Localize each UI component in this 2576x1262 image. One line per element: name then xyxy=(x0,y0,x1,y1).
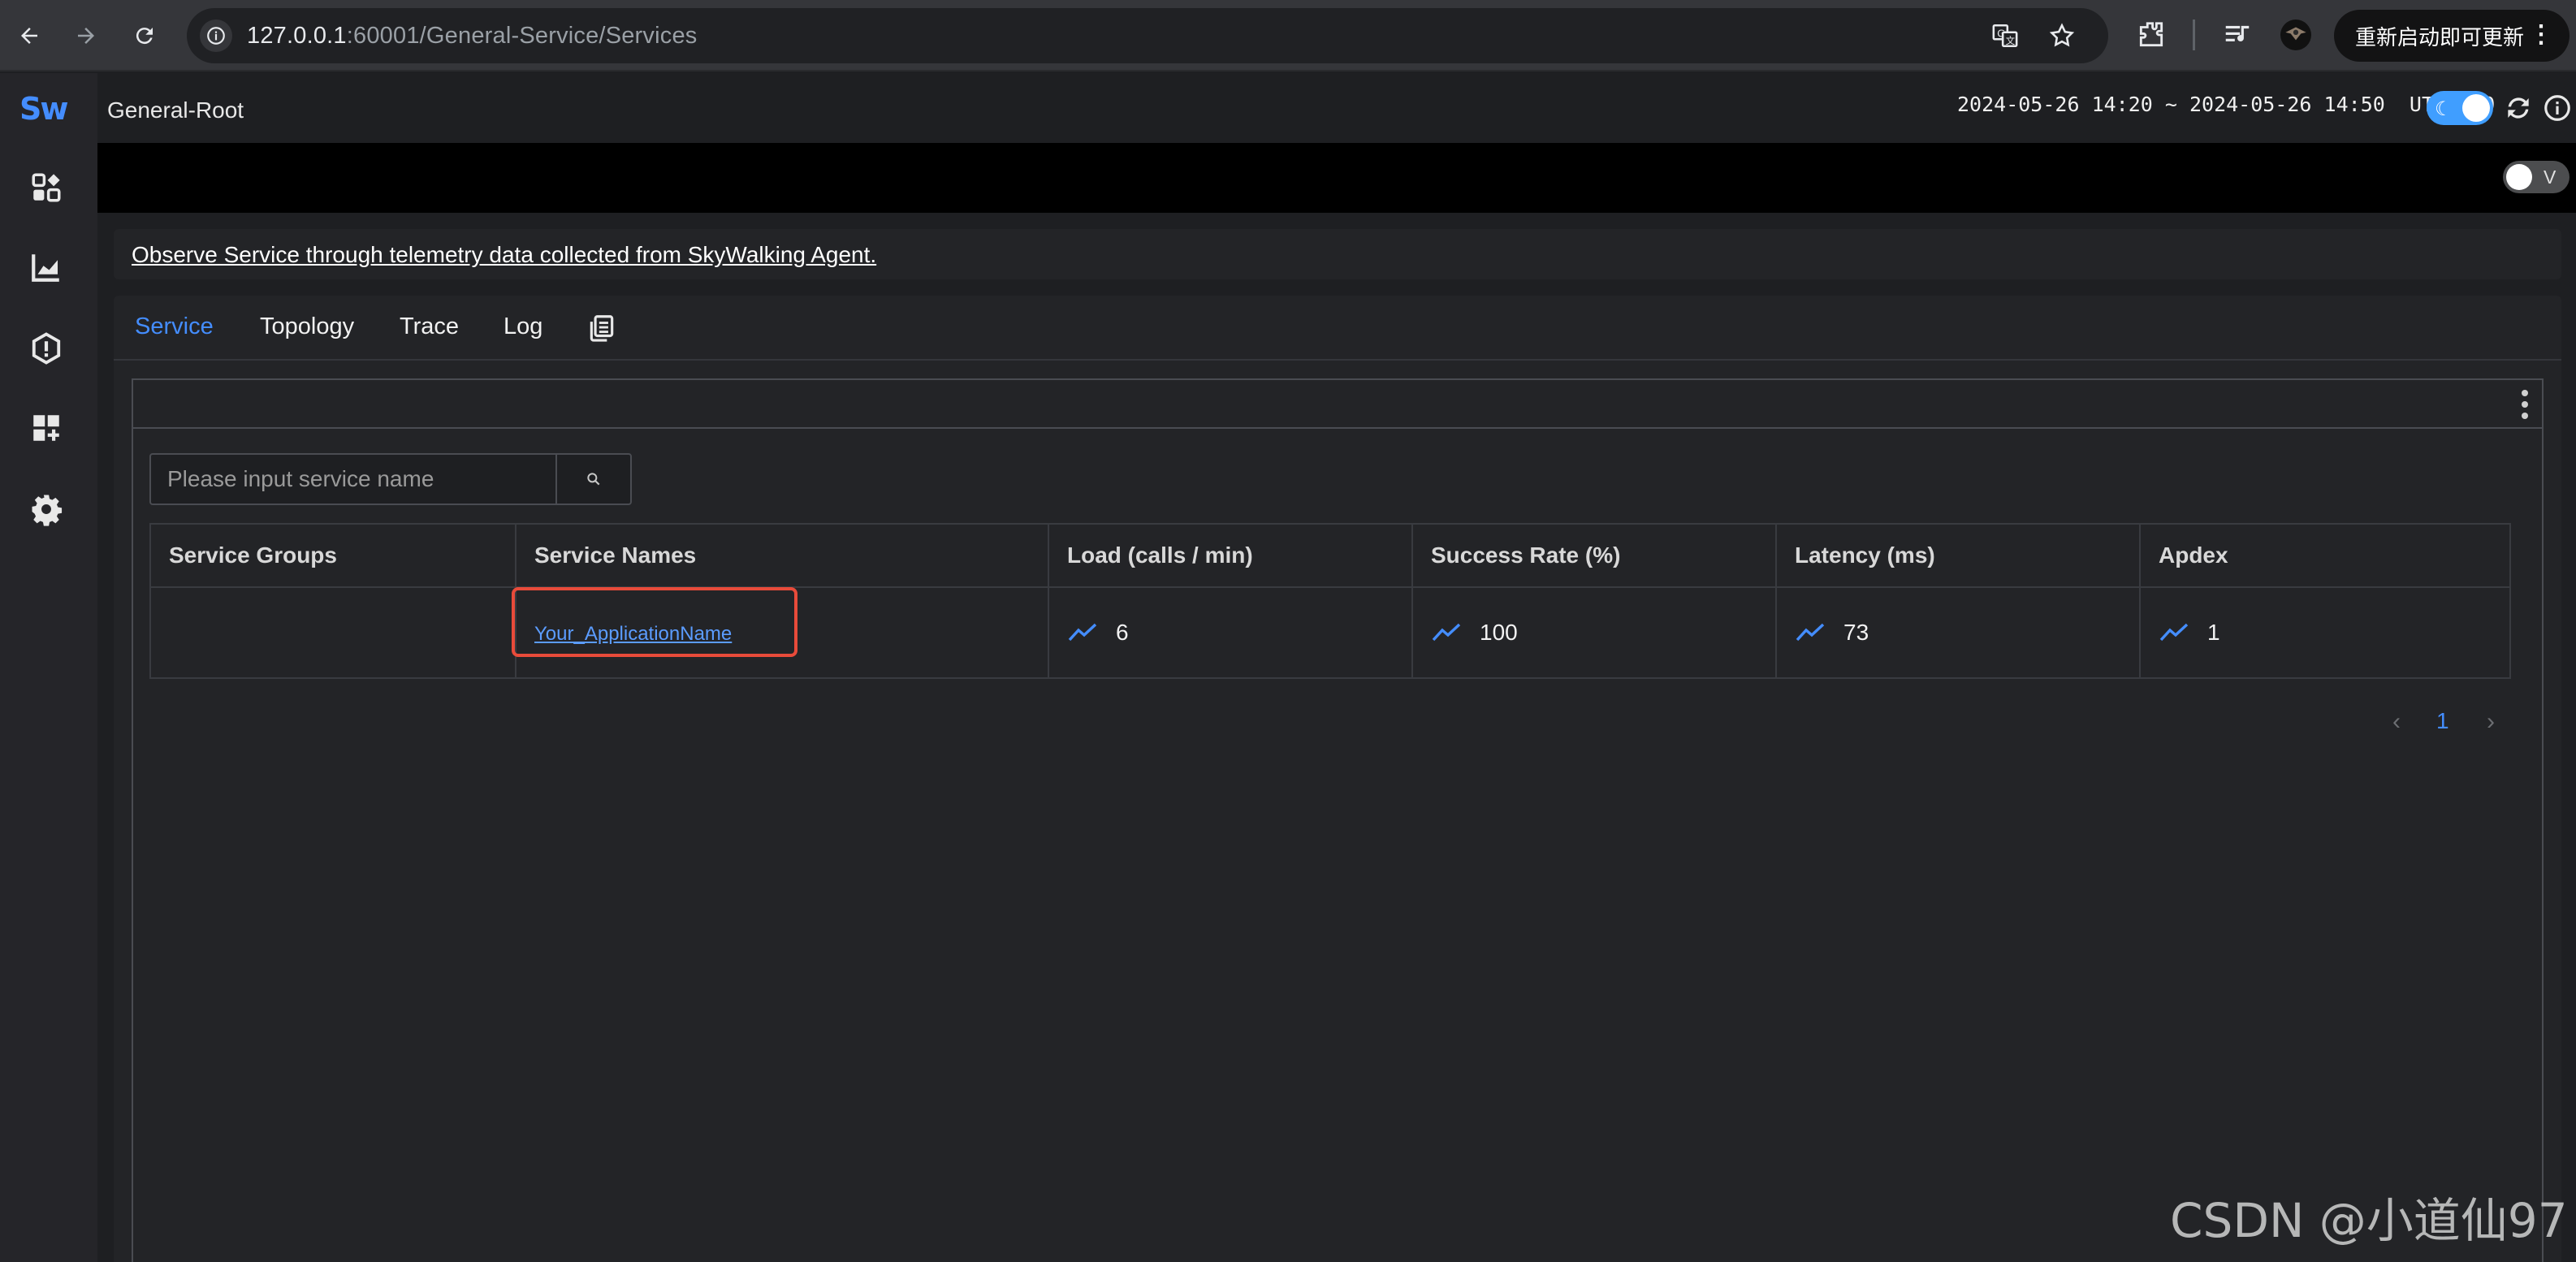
reload-icon xyxy=(136,28,153,45)
column-header: Latency (ms) xyxy=(1775,523,2141,588)
tab-topology[interactable]: Topology xyxy=(260,313,354,340)
column-header: Service Names xyxy=(515,523,1049,588)
more-options-icon[interactable] xyxy=(2519,388,2531,421)
sidebar-item-marketplace[interactable] xyxy=(29,411,63,445)
back-arrow-icon xyxy=(21,28,37,44)
url-path: :60001/General-Service/Services xyxy=(346,23,698,49)
success-rate-value: 100 xyxy=(1480,620,1518,645)
toolbar-divider xyxy=(2193,19,2195,50)
prev-page-button[interactable]: ‹ xyxy=(2392,708,2401,736)
dashboard-toolbar: V xyxy=(97,143,2576,213)
tab-service[interactable]: Service xyxy=(135,313,214,340)
service-name-wrap: Your_ApplicationName xyxy=(512,587,797,657)
description-link[interactable]: Observe Service through telemetry data c… xyxy=(132,242,876,268)
reload-button[interactable] xyxy=(127,18,162,54)
sidebar-item-alerting[interactable] xyxy=(29,331,63,365)
address-bar[interactable]: 127.0.0.1:60001/General-Service/Services… xyxy=(187,8,2108,63)
time-range-picker[interactable]: 2024-05-26 14:20 ~ 2024-05-26 14:50 UTC+… xyxy=(1957,93,2495,116)
bookmark-star-icon[interactable] xyxy=(2048,22,2076,50)
search-icon xyxy=(587,473,600,486)
info-icon[interactable] xyxy=(2542,93,2573,123)
forward-arrow-icon xyxy=(78,28,94,44)
browser-toolbar: 127.0.0.1:60001/General-Service/Services… xyxy=(0,0,2576,71)
profile-avatar[interactable] xyxy=(2280,19,2311,50)
trend-chart-icon[interactable] xyxy=(1795,622,1826,643)
refresh-icon[interactable] xyxy=(2503,93,2534,123)
edit-mode-toggle[interactable]: V xyxy=(2503,161,2570,193)
alert-icon xyxy=(32,332,61,365)
tab-bar: Service Topology Trace Log xyxy=(114,296,2561,361)
back-button[interactable] xyxy=(11,18,47,54)
service-name-cell: Your_ApplicationName xyxy=(512,586,1049,679)
latency-value: 73 xyxy=(1843,620,1869,645)
trend-chart-icon[interactable] xyxy=(1067,622,1098,643)
page-number[interactable]: 1 xyxy=(2436,708,2449,734)
service-list-widget: Service Groups Service Names Load (calls… xyxy=(132,378,2544,1262)
app-header: General-Root 2024-05-26 14:20 ~ 2024-05-… xyxy=(97,73,2576,143)
site-info-icon[interactable] xyxy=(200,19,232,52)
sidebar-item-dashboard[interactable] xyxy=(29,171,63,205)
settings-icon xyxy=(32,495,63,526)
moon-icon: ☾ xyxy=(2435,98,2453,120)
reading-list-icon[interactable] xyxy=(2222,19,2253,50)
more-menu-icon[interactable]: ⋮ xyxy=(2529,21,2553,49)
breadcrumb[interactable]: General-Root xyxy=(107,97,244,123)
service-search xyxy=(149,453,632,505)
search-button[interactable] xyxy=(555,455,630,504)
service-table: Service Groups Service Names Load (calls… xyxy=(149,523,2511,679)
trend-chart-icon[interactable] xyxy=(1431,622,1462,643)
watermark: CSDN @小道仙97 xyxy=(2170,1193,2568,1248)
success-rate-cell: 100 xyxy=(1411,586,1777,679)
svg-text:文: 文 xyxy=(2006,35,2015,46)
service-group-cell xyxy=(149,586,516,679)
latency-cell: 73 xyxy=(1775,586,2141,679)
profile-avatar-icon xyxy=(2285,27,2306,41)
column-header: Apdex xyxy=(2139,523,2511,588)
toggle-knob xyxy=(2462,94,2490,122)
load-cell: 6 xyxy=(1048,586,1413,679)
widget-header xyxy=(133,380,2542,429)
search-input[interactable] xyxy=(151,455,557,504)
load-value: 6 xyxy=(1116,620,1129,645)
chart-icon xyxy=(32,254,59,282)
edit-mode-label: V xyxy=(2544,166,2557,188)
sidebar-item-settings[interactable] xyxy=(29,492,63,526)
url-text[interactable]: 127.0.0.1:60001/General-Service/Services xyxy=(247,23,698,50)
main-panel: Service Topology Trace Log Service Group… xyxy=(114,296,2561,1262)
table-header-row: Service Groups Service Names Load (calls… xyxy=(149,523,2511,588)
extensions-icon[interactable] xyxy=(2136,19,2167,50)
time-range-text: 2024-05-26 14:20 ~ 2024-05-26 14:50 xyxy=(1957,93,2385,116)
next-page-button[interactable]: › xyxy=(2487,708,2495,736)
tab-log[interactable]: Log xyxy=(504,313,542,340)
column-header: Load (calls / min) xyxy=(1048,523,1413,588)
relaunch-update-label: 重新启动即可更新 xyxy=(2355,24,2525,50)
theme-toggle[interactable]: ☾ xyxy=(2427,91,2493,125)
apdex-cell: 1 xyxy=(2139,586,2511,679)
apdex-value: 1 xyxy=(2207,620,2220,645)
toggle-knob xyxy=(2506,164,2532,190)
dashboard-icon xyxy=(32,173,61,202)
translate-icon[interactable]: G文 xyxy=(1991,22,2019,50)
sidebar-item-metrics[interactable] xyxy=(29,250,63,284)
copy-icon[interactable] xyxy=(586,312,617,344)
trend-chart-icon[interactable] xyxy=(2159,622,2189,643)
sidebar: Sw xyxy=(0,73,97,1262)
tab-trace[interactable]: Trace xyxy=(400,313,459,340)
add-widget-icon xyxy=(33,415,59,441)
highlight-annotation xyxy=(512,587,797,657)
column-header: Success Rate (%) xyxy=(1411,523,1777,588)
pagination: ‹ 1 › xyxy=(2352,705,2514,737)
description-banner: Observe Service through telemetry data c… xyxy=(114,229,2561,279)
column-header: Service Groups xyxy=(149,523,516,588)
forward-button[interactable] xyxy=(68,18,104,54)
url-host: 127.0.0.1 xyxy=(247,23,347,49)
relaunch-update-button[interactable]: 重新启动即可更新 ⋮ xyxy=(2334,10,2570,62)
table-row: Your_ApplicationName 6 100 73 1 xyxy=(149,586,2511,679)
skywalking-logo[interactable]: Sw xyxy=(19,91,69,127)
